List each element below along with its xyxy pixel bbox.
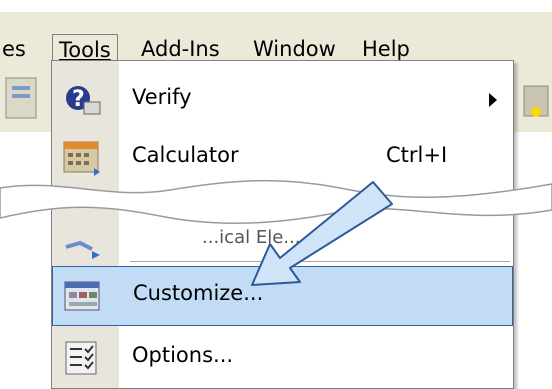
- menu-item-customize[interactable]: Customize...: [52, 266, 513, 326]
- menu-separator: [130, 261, 510, 262]
- submenu-arrow-icon: [489, 93, 497, 107]
- tools-label: Tools: [59, 38, 111, 62]
- menu-bar: es Tools Add-Ins Window Help: [0, 12, 552, 66]
- torn-paper-divider: [0, 179, 552, 224]
- calculator-label: Calculator: [132, 143, 239, 167]
- verify-icon: ?: [66, 86, 101, 115]
- svg-text:?: ?: [72, 87, 85, 112]
- torn-edge: [0, 12, 552, 24]
- menu-item-options[interactable]: Options...: [52, 329, 513, 387]
- options-icon: [65, 341, 97, 375]
- customize-label: Customize...: [133, 281, 264, 305]
- menu-item-verify[interactable]: ? Verify: [52, 71, 513, 129]
- toolbar-button-icon[interactable]: [522, 78, 552, 128]
- verify-label: Verify: [132, 85, 192, 109]
- toolbar-button-icon[interactable]: [4, 70, 44, 130]
- customize-icon: [64, 281, 100, 311]
- calculator-shortcut: Ctrl+I: [386, 143, 448, 167]
- options-label: Options...: [132, 343, 234, 367]
